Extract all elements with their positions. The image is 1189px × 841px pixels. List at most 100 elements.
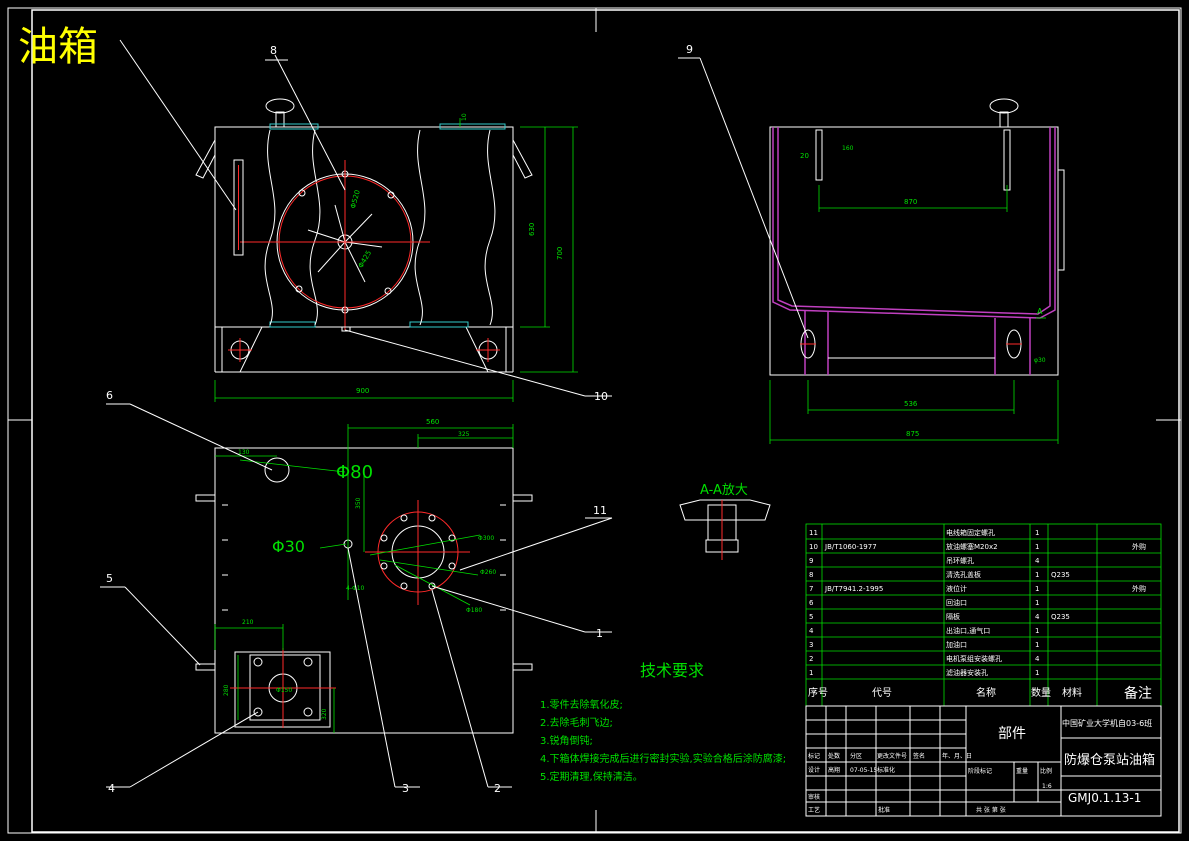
tb-name: 防爆仓泵站油箱 — [1064, 752, 1155, 768]
bom-row-qty: 4 — [1035, 557, 1040, 565]
bom-header-code: 代号 — [872, 687, 892, 699]
bom-row-name: 清洗孔盖板 — [946, 570, 981, 579]
drawing-sheet: 油箱 900 630 700 10 Φ520 Φ425 870 20 160 5… — [7, 7, 1182, 834]
tb-part-type: 部件 — [998, 726, 1026, 742]
bom-row-no: 8 — [809, 571, 813, 579]
tb-label-approve: 批准 — [878, 806, 890, 814]
dim-top-325: 325 — [458, 431, 470, 438]
balloon-1: 1 — [596, 627, 603, 640]
dim-top-320: 320 — [321, 708, 328, 720]
bom-row-name: 回油口 — [946, 598, 967, 607]
bom-row-qty: 4 — [1035, 613, 1040, 621]
bom-row-name: 隔板 — [946, 612, 960, 621]
bom-row-no: 1 — [809, 669, 813, 677]
bom-row-qty: 1 — [1035, 669, 1039, 677]
dim-phi30: Φ30 — [272, 537, 305, 556]
bom-row-qty: 1 — [1035, 543, 1039, 551]
dim-top-350: 350 — [355, 497, 362, 509]
balloon-11: 11 — [593, 504, 607, 517]
drawing-title: 油箱 — [18, 24, 98, 70]
title-block: 部件 中国矿业大学机自03-6班 防爆仓泵站油箱 GMJ0.1.13-1 标记 … — [805, 705, 1162, 817]
dim-front-h2: 700 — [556, 247, 564, 260]
bom-row-name: 吊环螺孔 — [946, 556, 974, 565]
dim-side-875: 875 — [906, 430, 919, 438]
bom-header-note: 备注 — [1124, 685, 1152, 702]
bom-row-no: 7 — [809, 585, 813, 593]
bom-row-qty: 1 — [1035, 627, 1039, 635]
detail-label: A-A放大 — [700, 483, 748, 498]
tb-label-stage: 阶段标记 — [968, 767, 992, 775]
bom-table: 11 电线箱固定螺孔 1 10 JB/T1060-1977 放油螺塞M20x2 … — [805, 523, 1162, 707]
bom-row-no: 11 — [809, 529, 818, 537]
tech-item: 2.去除毛刺飞边; — [540, 716, 613, 729]
tb-label-count: 处数 — [828, 752, 840, 760]
bom-row-name: 放油螺塞M20x2 — [946, 542, 998, 551]
bom-header-qty: 数量 — [1031, 686, 1051, 699]
tb-label-process: 工艺 — [808, 806, 820, 814]
balloon-9: 9 — [686, 43, 693, 56]
bom-row-name: 出油口,通气口 — [946, 626, 990, 635]
balloon-6: 6 — [106, 389, 113, 402]
bom-row-note: 外购 — [1132, 542, 1146, 551]
dim-front-width: 900 — [356, 387, 369, 395]
bom-row-no: 3 — [809, 641, 813, 649]
tb-school: 中国矿业大学机自03-6班 — [1062, 718, 1152, 728]
tech-item: 3.锐角倒钝; — [540, 734, 593, 747]
bom-header-no: 序号 — [808, 686, 828, 699]
bom-row-qty: 1 — [1035, 529, 1039, 537]
bom-row-name: 加油口 — [946, 640, 967, 649]
bom-header-name: 名称 — [976, 686, 996, 699]
tb-label-standard: 标准化 — [877, 766, 895, 774]
tb-design-date: 07-05-15 — [850, 767, 877, 774]
bom-row-qty: 1 — [1035, 641, 1039, 649]
top-view-dims: 560 325 130 350 Φ80 Φ30 Φ300 Φ260 Φ180 4… — [214, 418, 514, 733]
tb-scale: 1:6 — [1042, 783, 1052, 790]
dim-side-hole: φ30 — [1034, 357, 1046, 364]
front-view-dims: 900 630 700 10 Φ520 Φ425 — [214, 113, 578, 402]
tech-item: 4.下箱体焊接完成后进行密封实验,实验合格后涂防腐漆; — [540, 752, 786, 765]
bom-row-note: 外购 — [1132, 584, 1146, 593]
balloon-4: 4 — [108, 782, 115, 795]
tb-label-review: 审核 — [808, 793, 820, 801]
balloon-2: 2 — [494, 782, 501, 795]
tb-label-design: 设计 — [808, 766, 820, 774]
tech-heading: 技术要求 — [640, 661, 704, 680]
side-view-dims: 870 20 160 536 875 φ30 A — [769, 145, 1059, 444]
bom-row-material: Q235 — [1051, 571, 1070, 579]
dim-phi80: Φ80 — [336, 462, 373, 483]
dim-flange-5: Φ150 — [276, 687, 292, 694]
detail-aa: A-A放大 — [679, 483, 771, 560]
dim-flange-2: Φ260 — [480, 569, 496, 576]
bom-row-material: Q235 — [1051, 613, 1070, 621]
bom-row-no: 10 — [809, 543, 818, 551]
dim-side-870: 870 — [904, 198, 917, 206]
bom-row-code: JB/T1060-1977 — [824, 543, 877, 551]
balloon-5: 5 — [106, 572, 113, 585]
side-view — [769, 98, 1065, 376]
balloon-labels: 8 9 10 6 11 1 5 4 3 2 — [106, 43, 693, 795]
tech-item: 5.定期清理,保持清洁。 — [540, 770, 643, 783]
bom-row-qty: 4 — [1035, 655, 1040, 663]
tb-label-sign: 签名 — [913, 752, 925, 760]
bom-row-name: 电机泵组安装螺孔 — [946, 654, 1002, 663]
tb-drawing-no: GMJ0.1.13-1 — [1068, 791, 1141, 805]
bom-row-code: JB/T7941.2-1995 — [824, 585, 883, 593]
bom-row-name: 电线箱固定螺孔 — [946, 528, 995, 537]
bom-row-qty: 1 — [1035, 571, 1039, 579]
tb-label-date: 年、月、日 — [942, 752, 972, 760]
bom-row-name: 液位计 — [946, 584, 967, 593]
bom-row-no: 9 — [809, 557, 813, 565]
tech-item: 1.零件去除氧化皮; — [540, 698, 623, 711]
tb-label-zone: 分区 — [850, 752, 862, 760]
dim-top-280: 280 — [223, 684, 230, 696]
bom-row-no: 4 — [809, 627, 814, 635]
tb-label-sheets: 共 张 第 张 — [976, 806, 1006, 814]
bom-row-no: 2 — [809, 655, 813, 663]
tb-label-change-doc: 更改文件号 — [877, 752, 907, 760]
tb-designer: 高翔 — [828, 766, 840, 774]
balloon-3: 3 — [402, 782, 409, 795]
tb-label-weight: 重量 — [1016, 767, 1028, 775]
dim-side-top: 160 — [842, 145, 854, 152]
dim-side-20: 20 — [800, 152, 809, 160]
tech-requirements: 技术要求 1.零件去除氧化皮; 2.去除毛刺飞边; 3.锐角倒钝; 4.下箱体焊… — [540, 661, 786, 783]
